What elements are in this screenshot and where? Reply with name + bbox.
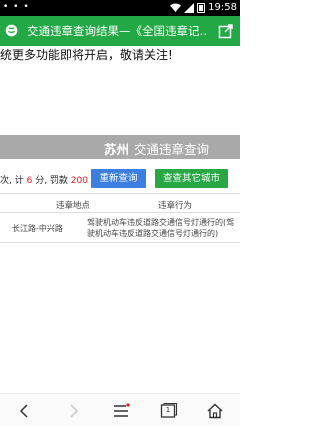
back-icon[interactable] [16, 402, 34, 420]
page-title[interactable]: 交通违章查询结果—《全国违章记… [27, 23, 207, 39]
status-bar: • • • 19:58 [0, 0, 240, 16]
status-right: 19:58 [170, 2, 237, 13]
row-behavior: 驾驶机动车违反道路交通信号灯通行的(驾驶机动车违反道路交通信号灯通行的) [87, 218, 235, 238]
section-header: 苏州 交通违章查询 [0, 135, 240, 159]
forward-icon[interactable] [64, 402, 82, 420]
summary-mid: 分, 罚款 [32, 176, 71, 186]
browser-toolbar: 1 [0, 393, 240, 426]
other-city-button[interactable]: 查查其它城市 [155, 169, 228, 188]
globe-icon [5, 24, 18, 37]
tabs-button[interactable]: 1 [160, 402, 178, 420]
summary-prefix: 次, 计 [0, 176, 27, 186]
notice-text: 统更多功能即将开启，敬请关注! [0, 48, 173, 62]
share-icon[interactable] [218, 23, 234, 39]
tab-count: 1 [165, 406, 171, 414]
clock: 19:58 [208, 2, 237, 13]
row-location: 长江路-中兴路 [12, 224, 63, 233]
notification-dots: • • • [3, 2, 30, 12]
city-name: 苏州 [104, 142, 130, 157]
header-location: 违章地点 [56, 201, 91, 211]
table-row: 长江路-中兴路 驾驶机动车违反道路交通信号灯通行的(驾驶机动车违反道路交通信号灯… [0, 213, 240, 243]
battery-icon [197, 2, 206, 13]
browser-title-bar: 交通违章查询结果—《全国违章记… [0, 16, 240, 46]
wifi-icon [170, 3, 182, 12]
summary-text: 次, 计 6 分, 罚款 200 元: [0, 173, 103, 186]
section-title: 交通违章查询 [134, 142, 210, 157]
requery-button[interactable]: 重新查询 [91, 169, 146, 188]
summary-fine: 200 [70, 176, 88, 186]
home-icon[interactable] [206, 402, 224, 420]
menu-icon[interactable] [112, 402, 130, 420]
table-header: 违章地点 违章行为 [0, 193, 240, 213]
violation-table: 违章地点 违章行为 长江路-中兴路 驾驶机动车违反道路交通信号灯通行的(驾驶机动… [0, 193, 240, 243]
header-behavior: 违章行为 [158, 201, 193, 211]
signal-icon [184, 2, 195, 13]
